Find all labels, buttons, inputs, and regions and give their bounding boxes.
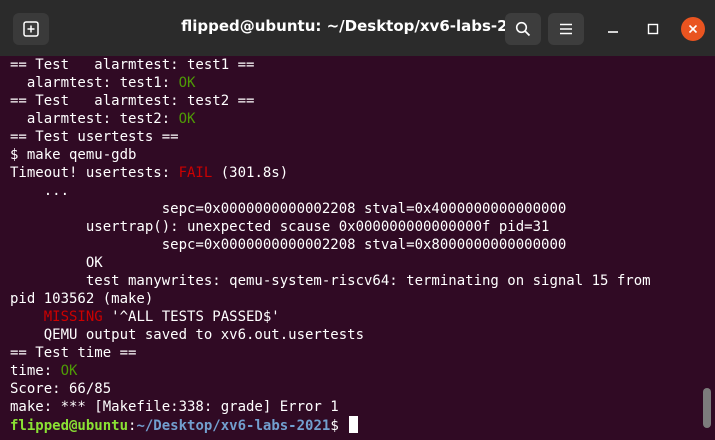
terminal-output[interactable]: == Test alarmtest: test1 == alarmtest: t… (10, 56, 700, 440)
output-line: sepc=0x0000000000002208 stval=0x40000000… (10, 200, 700, 218)
output-text: == Test alarmtest: test2 == (10, 93, 255, 109)
ok-status: OK (178, 75, 196, 91)
output-line: $ make qemu-gdb (10, 146, 700, 164)
terminal-window: flipped@ubuntu: ~/Desktop/xv6-labs-2021 (0, 0, 715, 440)
output-text: OK (10, 255, 103, 271)
minimize-icon (608, 31, 618, 33)
prompt-line[interactable]: flipped@ubuntu:~/Desktop/xv6-labs-2021$ (10, 416, 700, 434)
missing-status: MISSING (43, 309, 103, 325)
prompt-path: ~/Desktop/xv6-labs-2021 (136, 418, 331, 434)
output-text: make: *** [Makefile:338: grade] Error 1 (10, 399, 339, 415)
minimize-button[interactable] (601, 17, 625, 41)
output-line: Score: 66/85 (10, 380, 700, 398)
output-line: sepc=0x0000000000002208 stval=0x80000000… (10, 236, 700, 254)
output-line: ... (10, 182, 700, 200)
search-button[interactable] (505, 13, 541, 45)
new-tab-icon (23, 21, 39, 37)
output-line: alarmtest: test2: OK (10, 110, 700, 128)
output-text: test manywrites: qemu-system-riscv64: te… (10, 273, 651, 289)
output-line: == Test alarmtest: test1 == (10, 56, 700, 74)
output-text: '^ALL TESTS PASSED$' (102, 309, 280, 325)
output-text: Timeout! usertests: (10, 165, 179, 181)
output-text: pid 103562 (make) (10, 291, 154, 307)
ok-status: OK (60, 363, 78, 379)
output-text: alarmtest: test2: (10, 111, 179, 127)
output-text: == Test usertests == (10, 129, 179, 145)
hamburger-menu-icon (560, 23, 572, 35)
output-text: Score: 66/85 (10, 381, 112, 397)
title-bar[interactable]: flipped@ubuntu: ~/Desktop/xv6-labs-2021 (0, 0, 715, 56)
output-line: Timeout! usertests: FAIL (301.8s) (10, 164, 700, 182)
output-text: QEMU output saved to xv6.out.usertests (10, 327, 365, 343)
output-text: time: (10, 363, 61, 379)
output-line: == Test time == (10, 344, 700, 362)
ok-status: OK (178, 111, 196, 127)
output-line: usertrap(): unexpected scause 0x00000000… (10, 218, 700, 236)
maximize-icon (647, 23, 659, 35)
output-line: time: OK (10, 362, 700, 380)
output-line: == Test alarmtest: test2 == (10, 92, 700, 110)
output-text: alarmtest: test1: (10, 75, 179, 91)
output-line: QEMU output saved to xv6.out.usertests (10, 326, 700, 344)
output-line: == Test usertests == (10, 128, 700, 146)
output-line: MISSING '^ALL TESTS PASSED$' (10, 308, 700, 326)
output-line: OK (10, 254, 700, 272)
scrollbar-thumb[interactable] (703, 388, 711, 428)
maximize-button[interactable] (641, 17, 665, 41)
text-cursor (349, 416, 359, 433)
output-line: make: *** [Makefile:338: grade] Error 1 (10, 398, 700, 416)
output-text: ... (10, 183, 70, 199)
fail-status: FAIL (178, 165, 213, 181)
output-text: usertrap(): unexpected scause 0x00000000… (10, 219, 550, 235)
prompt-user: flipped@ubuntu (10, 418, 129, 434)
menu-button[interactable] (548, 13, 584, 45)
output-line: alarmtest: test1: OK (10, 74, 700, 92)
output-text: sepc=0x0000000000002208 stval=0x40000000… (10, 201, 567, 217)
output-text: sepc=0x0000000000002208 stval=0x80000000… (10, 237, 567, 253)
close-button[interactable] (681, 17, 705, 41)
new-tab-button[interactable] (13, 13, 49, 45)
output-text: (301.8s) (212, 165, 289, 181)
output-text: == Test time == (10, 345, 137, 361)
prompt-symbol: $ (330, 418, 348, 434)
output-text: $ make qemu-gdb (10, 147, 137, 163)
output-line: pid 103562 (make) (10, 290, 700, 308)
output-text: == Test alarmtest: test1 == (10, 57, 255, 73)
search-icon (515, 21, 531, 37)
output-line: test manywrites: qemu-system-riscv64: te… (10, 272, 700, 290)
close-icon (688, 24, 698, 34)
